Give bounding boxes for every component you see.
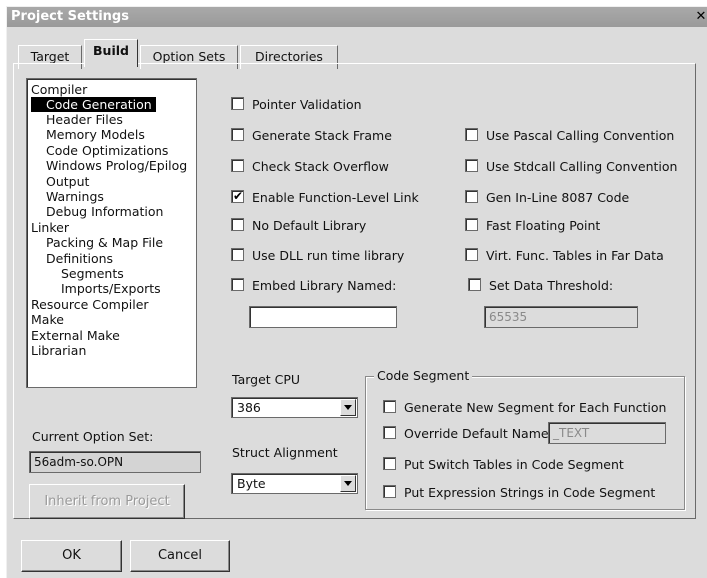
override-default-name-checkbox[interactable] bbox=[383, 426, 396, 439]
tab-target-label: Target bbox=[30, 49, 70, 64]
code-segment-title: Code Segment bbox=[374, 368, 473, 383]
default-name-input[interactable]: _TEXT bbox=[548, 422, 666, 444]
use-dll-runtime-label: Use DLL run time library bbox=[252, 248, 405, 263]
cancel-label: Cancel bbox=[157, 548, 203, 563]
enable-function-level-link-label: Enable Function-Level Link bbox=[252, 190, 419, 205]
switch-tables-checkbox[interactable] bbox=[383, 457, 396, 470]
cancel-button[interactable]: Cancel bbox=[130, 540, 230, 572]
chevron-down-icon[interactable] bbox=[340, 399, 356, 416]
tree-item-make[interactable]: Make bbox=[31, 312, 64, 327]
tree-item-header-files[interactable]: Header Files bbox=[46, 112, 123, 127]
checkmark-icon: ✔ bbox=[233, 189, 244, 203]
use-dll-runtime-checkbox[interactable] bbox=[231, 248, 244, 261]
new-segment-per-function-label: Generate New Segment for Each Function bbox=[404, 400, 667, 415]
tree-item-windows-prolog-epilog[interactable]: Windows Prolog/Epilog bbox=[46, 158, 187, 173]
fast-floating-point-label: Fast Floating Point bbox=[486, 218, 601, 233]
pascal-calling-checkbox[interactable] bbox=[465, 128, 478, 141]
tab-build-label: Build bbox=[93, 43, 129, 58]
enable-function-level-link-checkbox[interactable]: ✔ bbox=[231, 189, 244, 203]
struct-alignment-label: Struct Alignment bbox=[232, 445, 338, 460]
target-cpu-value: 386 bbox=[237, 400, 261, 415]
tree-item-debug-information[interactable]: Debug Information bbox=[46, 204, 163, 219]
embed-library-label: Embed Library Named: bbox=[252, 278, 397, 293]
struct-alignment-value: Byte bbox=[237, 476, 266, 491]
pointer-validation-label: Pointer Validation bbox=[252, 97, 362, 112]
generate-stack-frame-label: Generate Stack Frame bbox=[252, 128, 392, 143]
tree-item-resource-compiler[interactable]: Resource Compiler bbox=[31, 297, 149, 312]
struct-alignment-select[interactable]: Byte bbox=[231, 473, 358, 494]
tab-option-sets-label: Option Sets bbox=[152, 49, 226, 64]
pascal-calling-label: Use Pascal Calling Convention bbox=[486, 128, 675, 143]
tree-item-imports-exports[interactable]: Imports/Exports bbox=[61, 281, 161, 296]
expression-strings-checkbox[interactable] bbox=[383, 485, 396, 498]
tree-item-packing-map-file[interactable]: Packing & Map File bbox=[46, 235, 163, 250]
tree-item-compiler[interactable]: Compiler bbox=[31, 82, 87, 97]
embed-library-checkbox[interactable] bbox=[231, 278, 244, 291]
data-threshold-input[interactable]: 65535 bbox=[484, 306, 638, 328]
gen-inline-8087-checkbox[interactable] bbox=[465, 190, 478, 203]
tree-item-definitions[interactable]: Definitions bbox=[46, 251, 113, 266]
chevron-down-icon[interactable] bbox=[340, 475, 356, 492]
current-option-set-label: Current Option Set: bbox=[32, 429, 154, 444]
set-data-threshold-label: Set Data Threshold: bbox=[489, 278, 614, 293]
no-default-library-label: No Default Library bbox=[252, 218, 367, 233]
tree-item-librarian[interactable]: Librarian bbox=[31, 343, 86, 358]
tree-item-segments[interactable]: Segments bbox=[61, 266, 124, 281]
virt-func-tables-checkbox[interactable] bbox=[465, 248, 478, 261]
check-stack-overflow-label: Check Stack Overflow bbox=[252, 159, 389, 174]
virt-func-tables-label: Virt. Func. Tables in Far Data bbox=[486, 248, 664, 263]
inherit-from-project-button[interactable]: Inherit from Project bbox=[29, 484, 185, 519]
gen-inline-8087-label: Gen In-Line 8087 Code bbox=[486, 190, 630, 205]
switch-tables-label: Put Switch Tables in Code Segment bbox=[404, 457, 624, 472]
tab-build[interactable]: Build bbox=[84, 39, 138, 67]
embed-library-input[interactable] bbox=[249, 306, 397, 328]
target-cpu-label: Target CPU bbox=[232, 372, 301, 387]
stdcall-calling-label: Use Stdcall Calling Convention bbox=[486, 159, 678, 174]
stdcall-calling-checkbox[interactable] bbox=[465, 159, 478, 172]
current-option-set-value: 56adm-so.OPN bbox=[29, 451, 201, 473]
category-tree[interactable]: Compiler Code Generation Header Files Me… bbox=[26, 78, 197, 388]
ok-label: OK bbox=[62, 548, 81, 563]
new-segment-per-function-checkbox[interactable] bbox=[383, 400, 396, 413]
title-bar[interactable]: Project Settings ✕ bbox=[7, 7, 707, 27]
tree-item-linker[interactable]: Linker bbox=[31, 220, 69, 235]
no-default-library-checkbox[interactable] bbox=[231, 218, 244, 231]
check-stack-overflow-checkbox[interactable] bbox=[231, 159, 244, 172]
set-data-threshold-checkbox[interactable] bbox=[468, 278, 481, 291]
ok-button[interactable]: OK bbox=[21, 540, 122, 572]
override-default-name-label: Override Default Name bbox=[404, 426, 549, 441]
pointer-validation-checkbox[interactable] bbox=[231, 97, 244, 110]
window-title: Project Settings bbox=[11, 9, 129, 24]
tree-item-code-optimizations[interactable]: Code Optimizations bbox=[46, 143, 168, 158]
inherit-from-project-label: Inherit from Project bbox=[44, 494, 170, 509]
tree-item-memory-models[interactable]: Memory Models bbox=[46, 127, 145, 142]
generate-stack-frame-checkbox[interactable] bbox=[231, 128, 244, 141]
tree-item-code-generation[interactable]: Code Generation bbox=[31, 97, 156, 112]
tree-item-warnings[interactable]: Warnings bbox=[46, 189, 104, 204]
expression-strings-label: Put Expression Strings in Code Segment bbox=[404, 485, 656, 500]
tree-item-output[interactable]: Output bbox=[46, 174, 89, 189]
tab-directories-label: Directories bbox=[255, 49, 323, 64]
tree-item-external-make[interactable]: External Make bbox=[31, 328, 120, 343]
target-cpu-select[interactable]: 386 bbox=[231, 397, 358, 418]
close-icon[interactable]: ✕ bbox=[694, 8, 707, 25]
fast-floating-point-checkbox[interactable] bbox=[465, 218, 478, 231]
